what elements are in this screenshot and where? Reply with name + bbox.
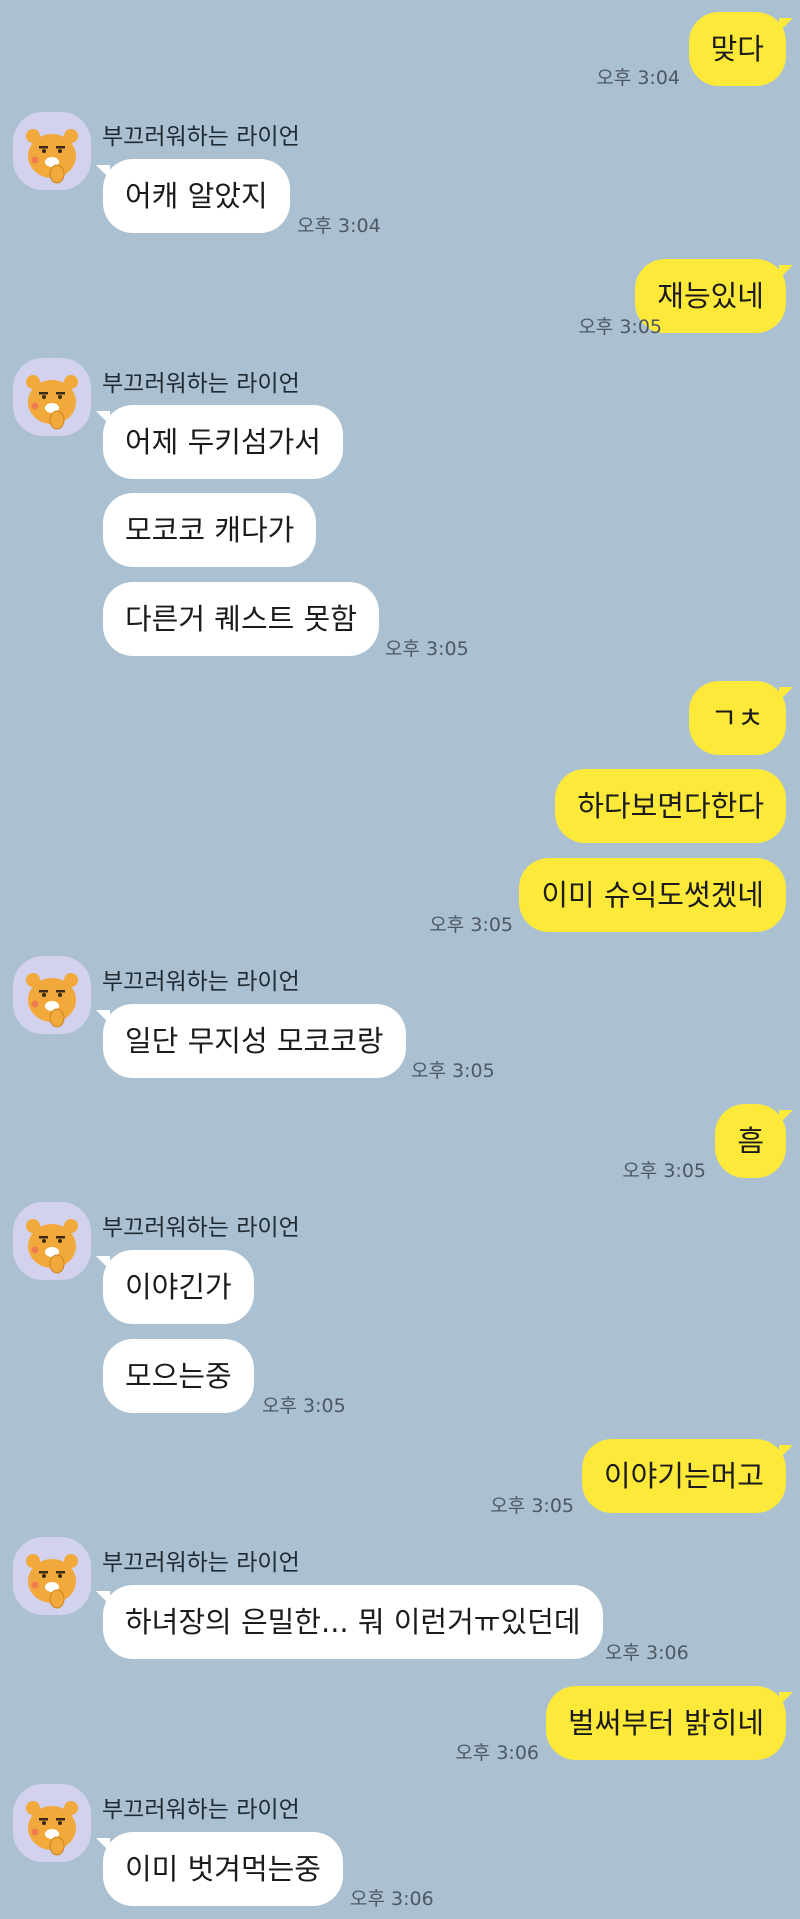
- ryan-character-icon: [26, 375, 78, 430]
- ryan-character-icon: [26, 1801, 78, 1856]
- sender-avatar[interactable]: [13, 1202, 91, 1280]
- other-message-bubble[interactable]: 모코코 캐다가: [103, 493, 317, 567]
- my-message-bubble[interactable]: 흠: [715, 1104, 793, 1178]
- my-message-bubble[interactable]: 벌써부터 밝히네: [546, 1686, 793, 1760]
- sender-name: 부끄러워하는 라이언: [102, 1550, 300, 1576]
- sender-name: 부끄러워하는 라이언: [102, 1215, 300, 1241]
- my-message-bubble[interactable]: 이야기는머고: [581, 1439, 794, 1513]
- other-message-bubble[interactable]: 어제 두키섬가서: [96, 405, 343, 479]
- message-timestamp: 오후 3:05: [429, 914, 513, 936]
- message-timestamp: 오후 3:06: [350, 1888, 434, 1910]
- my-message-bubble[interactable]: 맞다: [688, 12, 794, 86]
- other-message-bubble[interactable]: 하녀장의 은밀한... 뭐 이런거ㅠ있던데: [96, 1585, 603, 1659]
- sender-avatar[interactable]: [13, 112, 91, 190]
- message-timestamp: 오후 3:05: [490, 1495, 574, 1517]
- ryan-character-icon: [26, 973, 78, 1028]
- message-timestamp: 오후 3:04: [596, 67, 680, 89]
- sender-avatar[interactable]: [13, 1537, 91, 1615]
- my-message-bubble[interactable]: 이미 슈익도썻겠네: [519, 858, 786, 932]
- chat-room[interactable]: 맞다 오후 3:04 부끄러워하는 라이언 어캐 알았지 오후 3:04 재능있…: [0, 0, 800, 1919]
- sender-name: 부끄러워하는 라이언: [102, 124, 300, 150]
- sender-avatar[interactable]: [13, 1784, 91, 1862]
- ryan-character-icon: [26, 129, 78, 184]
- other-message-bubble[interactable]: 이미 벗겨먹는중: [96, 1832, 343, 1906]
- my-message-bubble[interactable]: ㄱㅊ: [688, 681, 794, 755]
- ryan-character-icon: [26, 1554, 78, 1609]
- ryan-character-icon: [26, 1219, 78, 1274]
- sender-avatar[interactable]: [13, 358, 91, 436]
- my-message-bubble[interactable]: 하다보면다한다: [555, 769, 786, 843]
- message-timestamp: 오후 3:05: [622, 1160, 706, 1182]
- message-timestamp: 오후 3:05: [411, 1060, 495, 1082]
- message-timestamp: 오후 3:06: [605, 1642, 689, 1664]
- message-timestamp: 오후 3:05: [262, 1395, 346, 1417]
- sender-name: 부끄러워하는 라이언: [102, 371, 300, 397]
- other-message-bubble[interactable]: 일단 무지성 모코코랑: [96, 1004, 406, 1078]
- other-message-bubble[interactable]: 다른거 퀘스트 못함: [103, 582, 379, 656]
- sender-avatar[interactable]: [13, 956, 91, 1034]
- other-message-bubble[interactable]: 이야긴가: [96, 1250, 254, 1324]
- message-timestamp: 오후 3:05: [385, 638, 469, 660]
- sender-name: 부끄러워하는 라이언: [102, 1797, 300, 1823]
- other-message-bubble[interactable]: 모으는중: [103, 1339, 254, 1413]
- message-timestamp: 오후 3:05: [578, 316, 662, 338]
- other-message-bubble[interactable]: 어캐 알았지: [96, 159, 290, 233]
- sender-name: 부끄러워하는 라이언: [102, 969, 300, 995]
- message-timestamp: 오후 3:06: [455, 1742, 539, 1764]
- message-timestamp: 오후 3:04: [297, 215, 381, 237]
